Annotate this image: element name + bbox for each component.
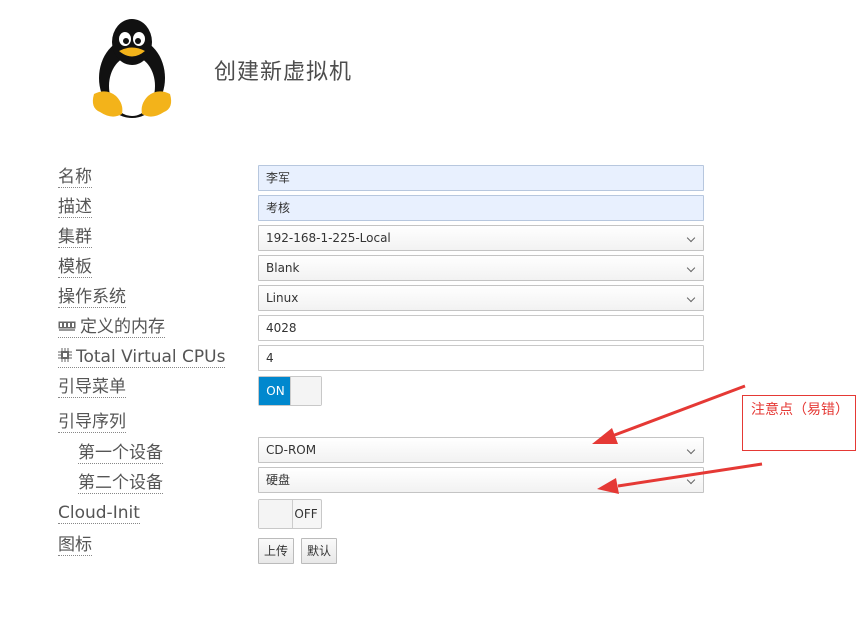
cloud-init-label: Cloud-Init: [58, 503, 140, 524]
page-title: 创建新虚拟机: [214, 60, 353, 85]
cluster-label: 集群: [58, 227, 92, 248]
os-select[interactable]: Linux: [258, 285, 704, 311]
cpus-label-text: Total Virtual CPUs: [76, 347, 226, 367]
template-select-value: Blank: [266, 261, 300, 275]
toggle-handle: [290, 377, 321, 405]
tux-logo: [86, 16, 178, 122]
default-button[interactable]: 默认: [301, 538, 338, 564]
template-label: 模板: [58, 257, 92, 278]
toggle-on-label: ON: [259, 377, 292, 405]
os-label: 操作系统: [58, 287, 126, 308]
cpu-icon: [58, 347, 72, 367]
os-select-value: Linux: [266, 291, 299, 305]
first-device-label: 第一个设备: [78, 443, 163, 464]
second-device-select[interactable]: 硬盘: [258, 467, 704, 493]
chevron-down-icon: [686, 445, 696, 455]
second-device-label: 第二个设备: [78, 473, 163, 494]
annotation-note: 注意点（易错）: [742, 395, 856, 451]
cluster-select[interactable]: 192-168-1-225-Local: [258, 225, 704, 251]
description-input[interactable]: 考核: [258, 195, 704, 221]
chevron-down-icon: [686, 293, 696, 303]
arrow-to-first-device: [592, 384, 746, 444]
memory-input[interactable]: 4028: [258, 315, 704, 341]
cpus-input[interactable]: 4: [258, 345, 704, 371]
first-device-value: CD-ROM: [266, 443, 317, 457]
boot-menu-toggle[interactable]: ON: [258, 376, 322, 406]
chevron-down-icon: [686, 475, 696, 485]
cloud-init-toggle[interactable]: OFF: [258, 499, 322, 529]
name-input[interactable]: 李军: [258, 165, 704, 191]
cpus-label: Total Virtual CPUs: [58, 347, 226, 368]
memory-icon: [58, 317, 76, 337]
chevron-down-icon: [686, 263, 696, 273]
description-label: 描述: [58, 197, 92, 218]
toggle-handle: [259, 500, 293, 528]
first-device-select[interactable]: CD-ROM: [258, 437, 704, 463]
cluster-select-value: 192-168-1-225-Local: [266, 231, 391, 245]
boot-sequence-label: 引导序列: [58, 412, 126, 433]
upload-button[interactable]: 上传: [258, 538, 295, 564]
name-label: 名称: [58, 167, 92, 188]
memory-label: 定义的内存: [58, 317, 165, 338]
template-select[interactable]: Blank: [258, 255, 704, 281]
icon-label: 图标: [58, 535, 92, 556]
memory-label-text: 定义的内存: [80, 317, 165, 337]
boot-menu-label: 引导菜单: [58, 377, 126, 398]
toggle-off-label: OFF: [294, 507, 318, 521]
second-device-value: 硬盘: [266, 473, 291, 487]
chevron-down-icon: [686, 233, 696, 243]
